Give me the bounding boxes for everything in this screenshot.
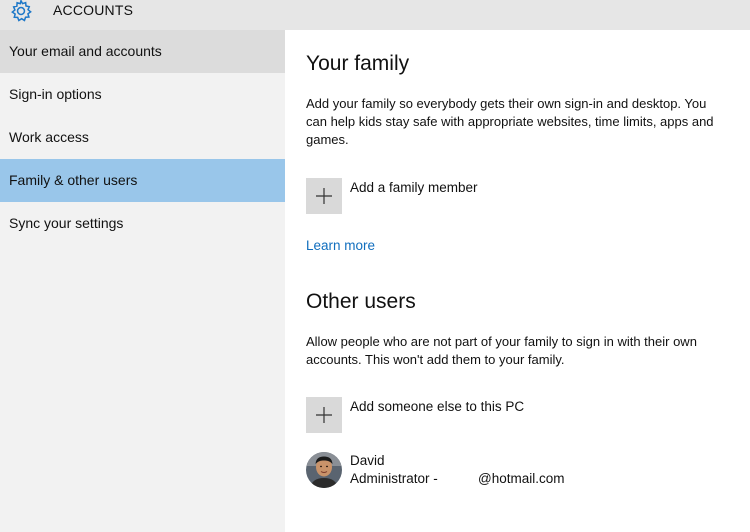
main-content: Your family Add your family so everybody… xyxy=(285,30,750,532)
other-users-heading: Other users xyxy=(306,290,416,313)
user-role: Administrator - xyxy=(350,471,438,486)
add-someone-else-button[interactable] xyxy=(306,397,342,433)
add-someone-else-label[interactable]: Add someone else to this PC xyxy=(350,399,524,414)
user-email: @hotmail.com xyxy=(478,471,565,486)
other-users-description: Allow people who are not part of your fa… xyxy=(306,334,697,367)
add-family-member-button[interactable] xyxy=(306,178,342,214)
learn-more-link[interactable]: Learn more xyxy=(306,238,375,253)
add-family-member-label[interactable]: Add a family member xyxy=(350,180,478,195)
sidebar: Your email and accounts Sign-in options … xyxy=(0,30,285,532)
window-header: ACCOUNTS xyxy=(0,0,750,30)
sidebar-item-family-other-users[interactable]: Family & other users xyxy=(0,159,285,202)
user-account-row[interactable]: David Administrator - @hotmail.com xyxy=(306,451,726,491)
page-title: ACCOUNTS xyxy=(53,2,134,18)
plus-icon xyxy=(316,188,332,204)
sidebar-item-email-accounts[interactable]: Your email and accounts xyxy=(0,30,285,73)
user-name: David xyxy=(350,453,385,468)
family-description: Add your family so everybody gets their … xyxy=(306,96,714,147)
plus-icon xyxy=(316,407,332,423)
sidebar-item-work-access[interactable]: Work access xyxy=(0,116,285,159)
gear-icon xyxy=(11,0,32,22)
user-avatar xyxy=(306,452,342,488)
sidebar-item-sign-in-options[interactable]: Sign-in options xyxy=(0,73,285,116)
sidebar-item-sync-settings[interactable]: Sync your settings xyxy=(0,202,285,245)
family-heading: Your family xyxy=(306,52,410,75)
